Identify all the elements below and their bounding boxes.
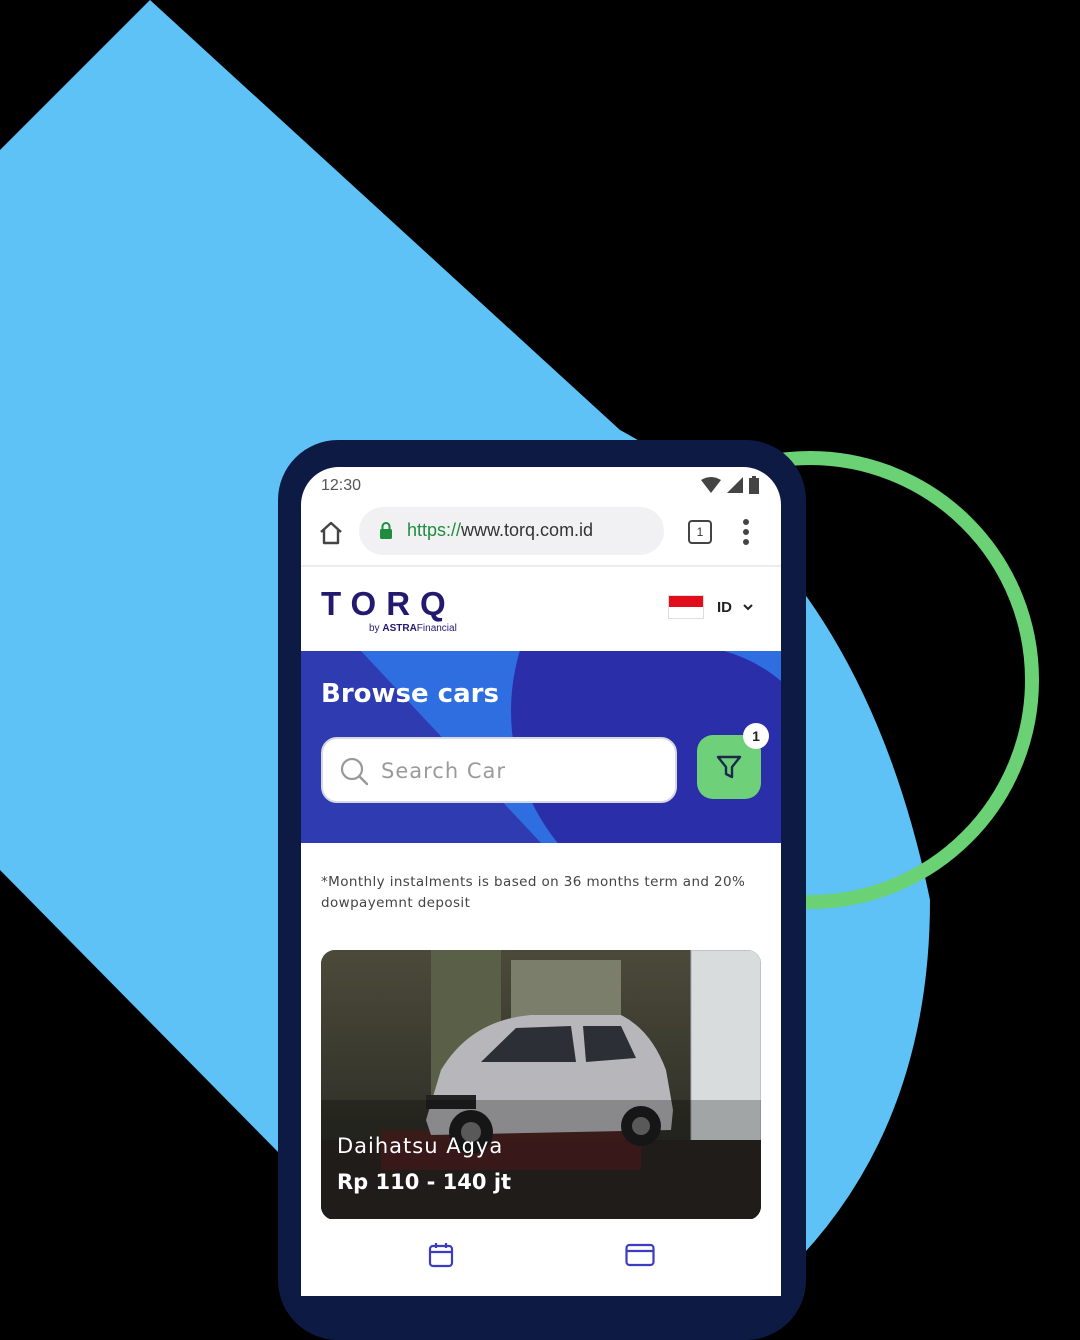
search-input[interactable] — [379, 739, 663, 803]
more-vert-icon[interactable] — [742, 517, 750, 547]
status-time: 12:30 — [321, 477, 362, 494]
language-selector[interactable]: ID — [669, 595, 754, 619]
url-host: www.torq.com.id — [461, 520, 594, 540]
browse-hero: Browse cars 1 — [301, 651, 781, 843]
phone-screen: 12:30 https://www.torq.com.id 1 TORQ by … — [301, 467, 781, 1296]
calendar-icon[interactable] — [427, 1241, 455, 1269]
address-bar[interactable]: https://www.torq.com.id — [359, 507, 664, 555]
status-icons — [701, 476, 759, 494]
tabs-button[interactable]: 1 — [688, 520, 712, 544]
status-bar: 12:30 — [301, 467, 781, 507]
bottom-navigation — [301, 1219, 781, 1296]
torq-logo[interactable]: TORQ by ASTRAFinancial — [321, 585, 471, 637]
logo-byline: by ASTRAFinancial — [369, 623, 457, 634]
chevron-down-icon — [743, 604, 753, 611]
car-card[interactable]: Daihatsu Agya Rp 110 - 140 jt — [321, 950, 761, 1220]
page-title: Browse cars — [321, 679, 499, 709]
credit-card-icon[interactable] — [625, 1243, 655, 1267]
filter-icon — [716, 755, 742, 779]
logo-wordmark: TORQ — [321, 585, 456, 622]
signal-icon — [727, 477, 743, 493]
lock-icon — [380, 522, 392, 539]
car-price: Rp 110 - 140 jt — [337, 1170, 512, 1194]
instalment-note: *Monthly instalments is based on 36 mont… — [321, 874, 746, 911]
home-icon[interactable] — [317, 519, 345, 547]
battery-icon — [749, 476, 759, 494]
search-field[interactable] — [321, 737, 677, 803]
car-name: Daihatsu Agya — [337, 1134, 504, 1158]
url-text: https://www.torq.com.id — [407, 520, 593, 541]
language-code: ID — [717, 598, 732, 616]
wifi-icon — [701, 477, 721, 493]
filter-count-badge: 1 — [743, 723, 769, 749]
indonesia-flag-icon — [669, 596, 703, 618]
site-header: TORQ by ASTRAFinancial ID — [301, 567, 781, 651]
url-scheme: https:// — [407, 520, 462, 540]
search-icon — [340, 757, 369, 786]
browser-toolbar: https://www.torq.com.id 1 — [301, 507, 781, 567]
